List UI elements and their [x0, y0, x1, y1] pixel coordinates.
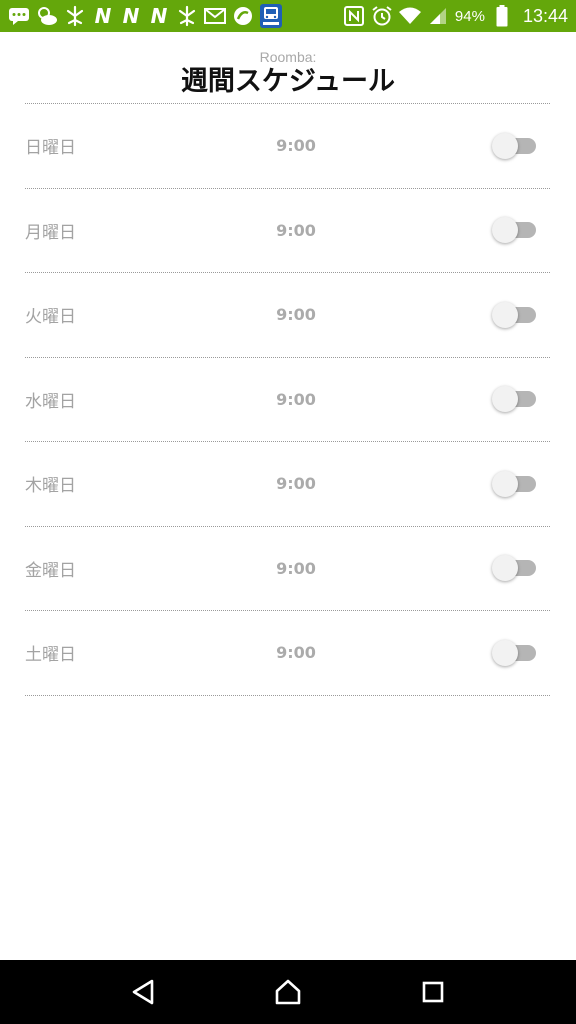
status-bar: N N N 94% 13:44 [0, 0, 576, 32]
back-button[interactable] [119, 968, 167, 1016]
day-label: 水曜日 [25, 391, 76, 412]
wifi-icon [398, 5, 421, 27]
gmail-icon [204, 5, 226, 27]
toggle-knob [492, 639, 518, 666]
device-name: Roomba: [259, 49, 317, 65]
day-label: 火曜日 [25, 307, 76, 328]
schedule-row-monday[interactable]: 月曜日 9:00 [25, 189, 550, 273]
toggle-knob [492, 555, 518, 582]
battery-icon [491, 5, 513, 27]
n-app-icon: N [122, 4, 140, 28]
recents-icon [423, 981, 444, 1003]
hangouts-icon [232, 5, 254, 27]
schedule-row-tuesday[interactable]: 火曜日 9:00 [25, 273, 550, 358]
schedule-list: 日曜日 9:00 月曜日 9:00 火曜日 9:00 水曜日 9:00 木曜日 … [25, 103, 550, 696]
weather-icon [36, 5, 58, 27]
time-value[interactable]: 9:00 [267, 559, 325, 578]
day-label: 金曜日 [25, 560, 76, 581]
system-icons: 94% 13:44 [343, 5, 568, 27]
time-value[interactable]: 9:00 [267, 305, 325, 324]
nfc-icon [343, 5, 365, 27]
alarm-icon [371, 5, 393, 27]
recents-button[interactable] [409, 968, 457, 1016]
schedule-toggle[interactable] [492, 131, 538, 161]
cell-signal-icon [427, 5, 449, 27]
schedule-toggle[interactable] [492, 300, 538, 330]
n-app-icon: N [150, 4, 168, 28]
time-value[interactable]: 9:00 [267, 221, 325, 240]
toggle-knob [492, 132, 518, 159]
chat-bubble-icon [8, 5, 30, 27]
time-value[interactable]: 9:00 [267, 474, 325, 493]
day-label: 日曜日 [25, 138, 76, 159]
schedule-toggle[interactable] [492, 469, 538, 499]
time-value[interactable]: 9:00 [267, 643, 325, 662]
schedule-row-thursday[interactable]: 木曜日 9:00 [25, 442, 550, 527]
day-label: 木曜日 [25, 476, 76, 497]
schedule-row-saturday[interactable]: 土曜日 9:00 [25, 611, 550, 696]
day-label: 月曜日 [25, 222, 76, 243]
home-icon [275, 979, 301, 1005]
navigation-bar [0, 960, 576, 1024]
page-title: 週間スケジュール [180, 66, 396, 97]
schedule-row-sunday[interactable]: 日曜日 9:00 [25, 104, 550, 189]
toggle-knob [492, 470, 518, 497]
leaf-icon [176, 5, 198, 27]
clock: 13:44 [522, 5, 568, 26]
schedule-toggle[interactable] [492, 553, 538, 583]
schedule-toggle[interactable] [492, 215, 538, 245]
toggle-knob [492, 217, 518, 244]
day-label: 土曜日 [25, 645, 76, 666]
leaf-icon [64, 5, 86, 27]
train-app-icon [260, 4, 282, 28]
schedule-toggle[interactable] [492, 384, 538, 414]
toggle-knob [492, 386, 518, 413]
battery-percent: 94% [454, 7, 485, 25]
schedule-toggle[interactable] [492, 638, 538, 668]
back-icon [132, 979, 153, 1005]
time-value[interactable]: 9:00 [267, 390, 325, 409]
time-value[interactable]: 9:00 [267, 136, 325, 155]
schedule-row-wednesday[interactable]: 水曜日 9:00 [25, 358, 550, 442]
home-button[interactable] [264, 968, 312, 1016]
page-header: Roomba: 週間スケジュール [0, 48, 576, 98]
toggle-knob [492, 301, 518, 328]
notification-icons: N N N [8, 4, 282, 28]
n-app-icon: N [94, 4, 112, 28]
schedule-row-friday[interactable]: 金曜日 9:00 [25, 527, 550, 611]
